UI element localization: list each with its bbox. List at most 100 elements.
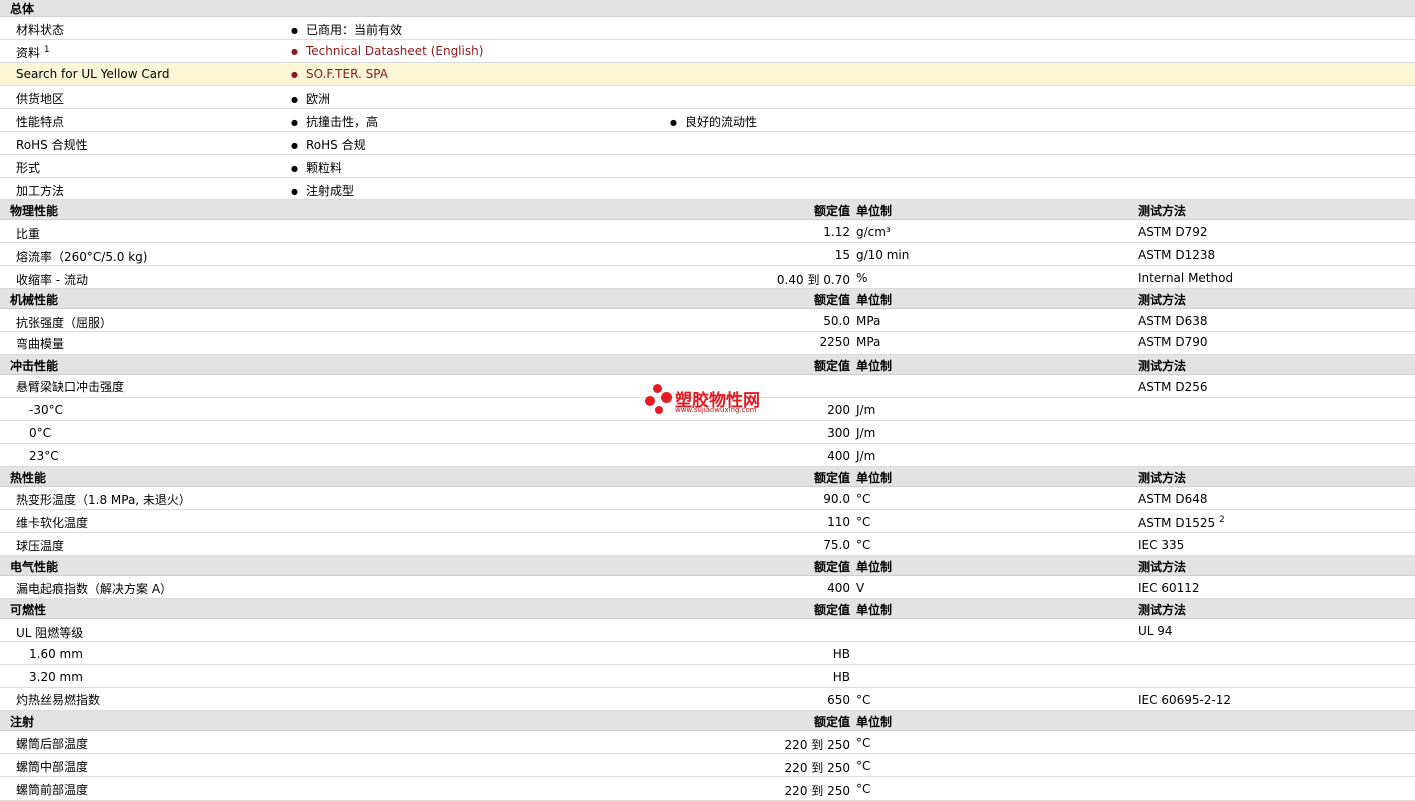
row-value: 300 [827,426,850,440]
table-row: 0°C 300 J/m [0,421,1415,444]
col-nominal: 额定值 [813,204,850,218]
row-value: RoHS 合规 [291,136,366,153]
row-label: -30°C [29,403,63,417]
footnote-ref[interactable]: 2 [1219,515,1225,525]
col-unit: 单位制 [856,359,893,373]
row-unit: °C [856,515,871,529]
row-test: IEC 60112 [1138,581,1200,595]
row-value: 400 [827,581,850,595]
logo-dot [655,406,663,414]
row-label: 收缩率 - 流动 [16,273,88,287]
row-value: 220 到 250 [784,738,850,752]
section-header-thermal: 热性能 额定值 单位制 测试方法 [0,467,1415,487]
row-unit: °C [856,759,871,773]
table-row: 球压温度 75.0 °C IEC 335 [0,533,1415,556]
section-header-impact: 冲击性能 额定值 单位制 测试方法 [0,355,1415,375]
table-row: 维卡软化温度 110 °C ASTM D1525 2 [0,510,1415,533]
row-unit: g/10 min [856,248,910,262]
row-label: 23°C [29,449,59,463]
row-unit: J/m [856,449,876,463]
row-value: 欧洲 [291,90,330,107]
section-title: 可燃性 [10,603,47,617]
yellow-card-link[interactable]: SO.F.TER. SPA [291,67,388,81]
row-value: HB [832,670,850,684]
row-label: 0°C [29,426,52,440]
col-nominal: 额定值 [813,471,850,485]
datasheet-link[interactable]: Technical Datasheet (English) [291,44,483,58]
col-unit: 单位制 [856,603,893,617]
col-nominal: 额定值 [813,603,850,617]
section-title: 机械性能 [10,293,59,307]
row-test: ASTM D648 [1138,492,1208,506]
row-value: 400 [827,449,850,463]
col-test: 测试方法 [1138,560,1187,574]
section-title: 热性能 [10,471,47,485]
table-row: 材料状态 已商用：当前有效 [0,17,1415,40]
row-label: 抗张强度（屈服） [16,316,113,330]
row-value: 75.0 [823,538,850,552]
table-row: 抗张强度（屈服） 50.0 MPa ASTM D638 [0,309,1415,332]
row-value: 50.0 [823,314,850,328]
col-unit: 单位制 [856,715,893,729]
row-value: 抗撞击性，高 [291,113,378,130]
table-row: 螺筒中部温度 220 到 250 °C [0,754,1415,777]
section-title: 物理性能 [10,204,59,218]
row-label: 材料状态 [16,23,65,37]
row-unit: % [856,271,868,285]
row-label: Search for UL Yellow Card [16,67,170,81]
col-test: 测试方法 [1138,603,1187,617]
table-row: 弯曲模量 2250 MPa ASTM D790 [0,332,1415,355]
logo-dot [653,384,662,393]
row-test-text: ASTM D1525 [1138,516,1216,530]
row-test: IEC 60695-2-12 [1138,693,1232,707]
col-test: 测试方法 [1138,293,1187,307]
row-label: 球压温度 [16,539,65,553]
col-unit: 单位制 [856,560,893,574]
row-value: 90.0 [823,492,850,506]
table-row: 熔流率（260°C/5.0 kg) 15 g/10 min ASTM D1238 [0,243,1415,266]
section-header-general: 总体 [0,0,1415,17]
table-row: 形式 颗粒料 [0,155,1415,178]
row-value: 2250 [819,335,850,349]
footnote-ref[interactable]: 1 [44,45,50,55]
row-test: ASTM D256 [1138,380,1208,394]
col-nominal: 额定值 [813,359,850,373]
row-unit: V [856,581,865,595]
row-label: 资料 1 [16,44,50,61]
row-label: 加工方法 [16,184,65,198]
table-row: 资料 1 Technical Datasheet (English) [0,40,1415,63]
row-value: 已商用：当前有效 [291,21,402,38]
table-row: UL 阻燃等级 UL 94 [0,619,1415,642]
col-nominal: 额定值 [813,560,850,574]
table-row: 收缩率 - 流动 0.40 到 0.70 % Internal Method [0,266,1415,289]
row-unit: °C [856,538,871,552]
row-label: 弯曲模量 [16,337,65,351]
section-header-injection: 注射 额定值 单位制 [0,711,1415,731]
row-unit: °C [856,693,871,707]
row-value: 15 [834,248,850,262]
row-test: ASTM D790 [1138,335,1208,349]
section-title: 注射 [10,715,35,729]
table-row: 加工方法 注射成型 [0,178,1415,200]
row-test: ASTM D638 [1138,314,1208,328]
row-test: ASTM D792 [1138,225,1208,239]
logo-dot [645,396,655,406]
row-label: 螺筒后部温度 [16,737,89,751]
logo-url: www.sujiaowuxing.com [675,406,757,414]
row-value: HB [832,647,850,661]
row-test: ASTM D1238 [1138,248,1216,262]
row-label: 1.60 mm [29,647,83,661]
row-label: 悬臂梁缺口冲击强度 [16,380,125,394]
row-value: 110 [827,515,850,529]
table-row: 漏电起痕指数（解决方案 A） 400 V IEC 60112 [0,576,1415,599]
row-unit: °C [856,492,871,506]
col-test: 测试方法 [1138,359,1187,373]
section-header-physical: 物理性能 额定值 单位制 测试方法 [0,200,1415,220]
row-label: 维卡软化温度 [16,516,89,530]
row-test: ASTM D1525 2 [1138,515,1225,530]
watermark-logo: 塑胶物性网 www.sujiaowuxing.com [645,382,785,418]
table-row: 灼热丝易燃指数 650 °C IEC 60695-2-12 [0,688,1415,711]
section-title: 总体 [10,2,35,16]
row-label: 比重 [16,227,41,241]
table-row: Search for UL Yellow Card SO.F.TER. SPA [0,63,1415,86]
